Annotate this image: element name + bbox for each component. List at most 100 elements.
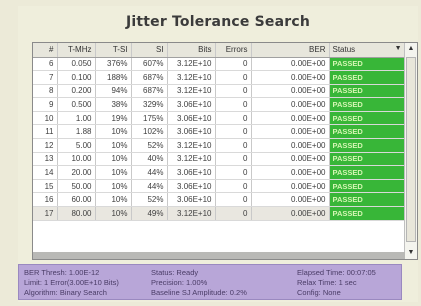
cell-row-index: 12 bbox=[33, 138, 58, 153]
cell-ber: 0.00E+00 bbox=[251, 57, 330, 72]
col-header-status[interactable]: Status ▼ bbox=[329, 43, 406, 58]
cell-ber: 0.00E+00 bbox=[251, 70, 330, 85]
status-col-middle: Status: Ready Precision: 1.00% Baseline … bbox=[151, 268, 247, 298]
cell-row-index: 14 bbox=[33, 165, 58, 180]
cell-status: PASSED bbox=[329, 97, 406, 112]
cell-errors: 0 bbox=[215, 124, 252, 140]
cell-row-index: 8 bbox=[33, 84, 58, 99]
cell-errors: 0 bbox=[215, 70, 252, 85]
limit-text: Limit: 1 Error(3.00E+10 Bits) bbox=[24, 278, 119, 287]
cell-errors: 0 bbox=[215, 57, 252, 72]
cell-ber: 0.00E+00 bbox=[251, 152, 330, 167]
col-header-errors[interactable]: Errors bbox=[215, 43, 252, 58]
chevron-down-icon[interactable]: ▼ bbox=[395, 45, 402, 52]
cell-ber: 0.00E+00 bbox=[251, 165, 330, 180]
cell-status: PASSED bbox=[329, 70, 406, 85]
cell-t-mhz: 10.00 bbox=[57, 152, 96, 167]
cell-t-mhz: 0.500 bbox=[57, 97, 96, 112]
table-row[interactable]: 14 20.00 10% 44% 3.06E+10 0 0.00E+00 PASSED bbox=[33, 165, 406, 180]
cell-t-si: 188% bbox=[95, 70, 132, 85]
col-header-t-si[interactable]: T-SI bbox=[95, 43, 132, 58]
results-table: # T-MHz T-SI SI Bits Errors BER Status ▼… bbox=[33, 43, 406, 221]
cell-t-mhz: 5.00 bbox=[57, 138, 96, 153]
cell-t-si: 10% bbox=[95, 179, 132, 194]
table-row[interactable]: 17 80.00 10% 49% 3.12E+10 0 0.00E+00 PASSED bbox=[33, 206, 406, 221]
cell-t-si: 10% bbox=[95, 206, 132, 221]
cell-ber: 0.00E+00 bbox=[251, 192, 330, 208]
cell-si: 175% bbox=[131, 111, 168, 126]
cell-t-mhz: 1.00 bbox=[57, 111, 96, 126]
table-row[interactable]: 15 50.00 10% 44% 3.06E+10 0 0.00E+00 PASSED bbox=[33, 179, 406, 194]
cell-status: PASSED bbox=[329, 124, 406, 140]
col-header-status-label: Status bbox=[332, 45, 356, 55]
cell-status: PASSED bbox=[329, 192, 406, 208]
col-header-index[interactable]: # bbox=[33, 43, 58, 58]
col-header-ber[interactable]: BER bbox=[251, 43, 330, 58]
col-header-si[interactable]: SI bbox=[131, 43, 168, 58]
cell-row-index: 17 bbox=[33, 206, 58, 221]
horizontal-scrollbar[interactable] bbox=[33, 252, 405, 259]
cell-si: 102% bbox=[131, 124, 168, 140]
cell-t-si: 376% bbox=[95, 57, 132, 72]
cell-bits: 3.12E+10 bbox=[167, 138, 216, 153]
cell-t-mhz: 60.00 bbox=[57, 192, 96, 208]
table-row[interactable]: 6 0.050 376% 607% 3.12E+10 0 0.00E+00 PASSED bbox=[33, 57, 406, 72]
cell-t-si: 10% bbox=[95, 192, 132, 208]
precision-text: Precision: 1.00% bbox=[151, 278, 208, 287]
col-header-t-mhz[interactable]: T-MHz bbox=[57, 43, 96, 58]
cell-status: PASSED bbox=[329, 165, 406, 180]
jitter-tolerance-window: Jitter Tolerance Search # T-MHz T-SI SI … bbox=[18, 6, 418, 302]
table-row[interactable]: 10 1.00 19% 175% 3.06E+10 0 0.00E+00 PASSED bbox=[33, 111, 406, 126]
scroll-down-icon[interactable]: ▼ bbox=[405, 247, 417, 259]
cell-bits: 3.06E+10 bbox=[167, 192, 216, 208]
cell-bits: 3.12E+10 bbox=[167, 70, 216, 85]
status-col-left: BER Thresh: 1.00E-12 Limit: 1 Error(3.00… bbox=[24, 268, 119, 298]
cell-t-mhz: 0.050 bbox=[57, 57, 96, 72]
cell-errors: 0 bbox=[215, 97, 252, 112]
cell-si: 607% bbox=[131, 57, 168, 72]
cell-errors: 0 bbox=[215, 206, 252, 221]
cell-ber: 0.00E+00 bbox=[251, 124, 330, 140]
cell-si: 40% bbox=[131, 152, 168, 167]
cell-errors: 0 bbox=[215, 192, 252, 208]
status-col-right: Elapsed Time: 00:07:05 Relax Time: 1 sec… bbox=[297, 268, 376, 298]
cell-status: PASSED bbox=[329, 111, 406, 126]
results-grid[interactable]: # T-MHz T-SI SI Bits Errors BER Status ▼… bbox=[32, 42, 418, 260]
cell-bits: 3.06E+10 bbox=[167, 111, 216, 126]
cell-bits: 3.12E+10 bbox=[167, 152, 216, 167]
table-row[interactable]: 11 1.88 10% 102% 3.06E+10 0 0.00E+00 PASSED bbox=[33, 124, 406, 140]
table-row[interactable]: 12 5.00 10% 52% 3.12E+10 0 0.00E+00 PASSED bbox=[33, 138, 406, 153]
cell-si: 329% bbox=[131, 97, 168, 112]
table-row[interactable]: 9 0.500 38% 329% 3.06E+10 0 0.00E+00 PASSED bbox=[33, 97, 406, 112]
table-body: 6 0.050 376% 607% 3.12E+10 0 0.00E+00 PASSED 7 0.… bbox=[33, 57, 406, 221]
cell-bits: 3.06E+10 bbox=[167, 97, 216, 112]
scrollbar-thumb[interactable] bbox=[406, 57, 416, 242]
cell-t-si: 19% bbox=[95, 111, 132, 126]
table-header-row: # T-MHz T-SI SI Bits Errors BER Status ▼ bbox=[33, 43, 406, 58]
table-row[interactable]: 16 60.00 10% 52% 3.06E+10 0 0.00E+00 PASSED bbox=[33, 192, 406, 208]
cell-si: 52% bbox=[131, 138, 168, 153]
cell-status: PASSED bbox=[329, 57, 406, 72]
cell-t-mhz: 0.200 bbox=[57, 84, 96, 99]
cell-t-si: 10% bbox=[95, 152, 132, 167]
cell-status: PASSED bbox=[329, 84, 406, 99]
cell-row-index: 11 bbox=[33, 124, 58, 140]
cell-si: 44% bbox=[131, 165, 168, 180]
cell-errors: 0 bbox=[215, 138, 252, 153]
cell-t-mhz: 1.88 bbox=[57, 124, 96, 140]
cell-errors: 0 bbox=[215, 111, 252, 126]
cell-t-mhz: 50.00 bbox=[57, 179, 96, 194]
table-row[interactable]: 13 10.00 10% 40% 3.12E+10 0 0.00E+00 PASSED bbox=[33, 152, 406, 167]
col-header-bits[interactable]: Bits bbox=[167, 43, 216, 58]
vertical-scrollbar[interactable]: ▲ ▼ bbox=[404, 43, 417, 259]
scroll-up-icon[interactable]: ▲ bbox=[405, 43, 417, 55]
cell-bits: 3.06E+10 bbox=[167, 124, 216, 140]
cell-t-si: 10% bbox=[95, 138, 132, 153]
cell-bits: 3.06E+10 bbox=[167, 165, 216, 180]
cell-errors: 0 bbox=[215, 179, 252, 194]
table-row[interactable]: 8 0.200 94% 687% 3.12E+10 0 0.00E+00 PASSED bbox=[33, 84, 406, 99]
cell-status: PASSED bbox=[329, 206, 406, 221]
cell-row-index: 13 bbox=[33, 152, 58, 167]
cell-row-index: 16 bbox=[33, 192, 58, 208]
table-row[interactable]: 7 0.100 188% 687% 3.12E+10 0 0.00E+00 PASSED bbox=[33, 70, 406, 85]
